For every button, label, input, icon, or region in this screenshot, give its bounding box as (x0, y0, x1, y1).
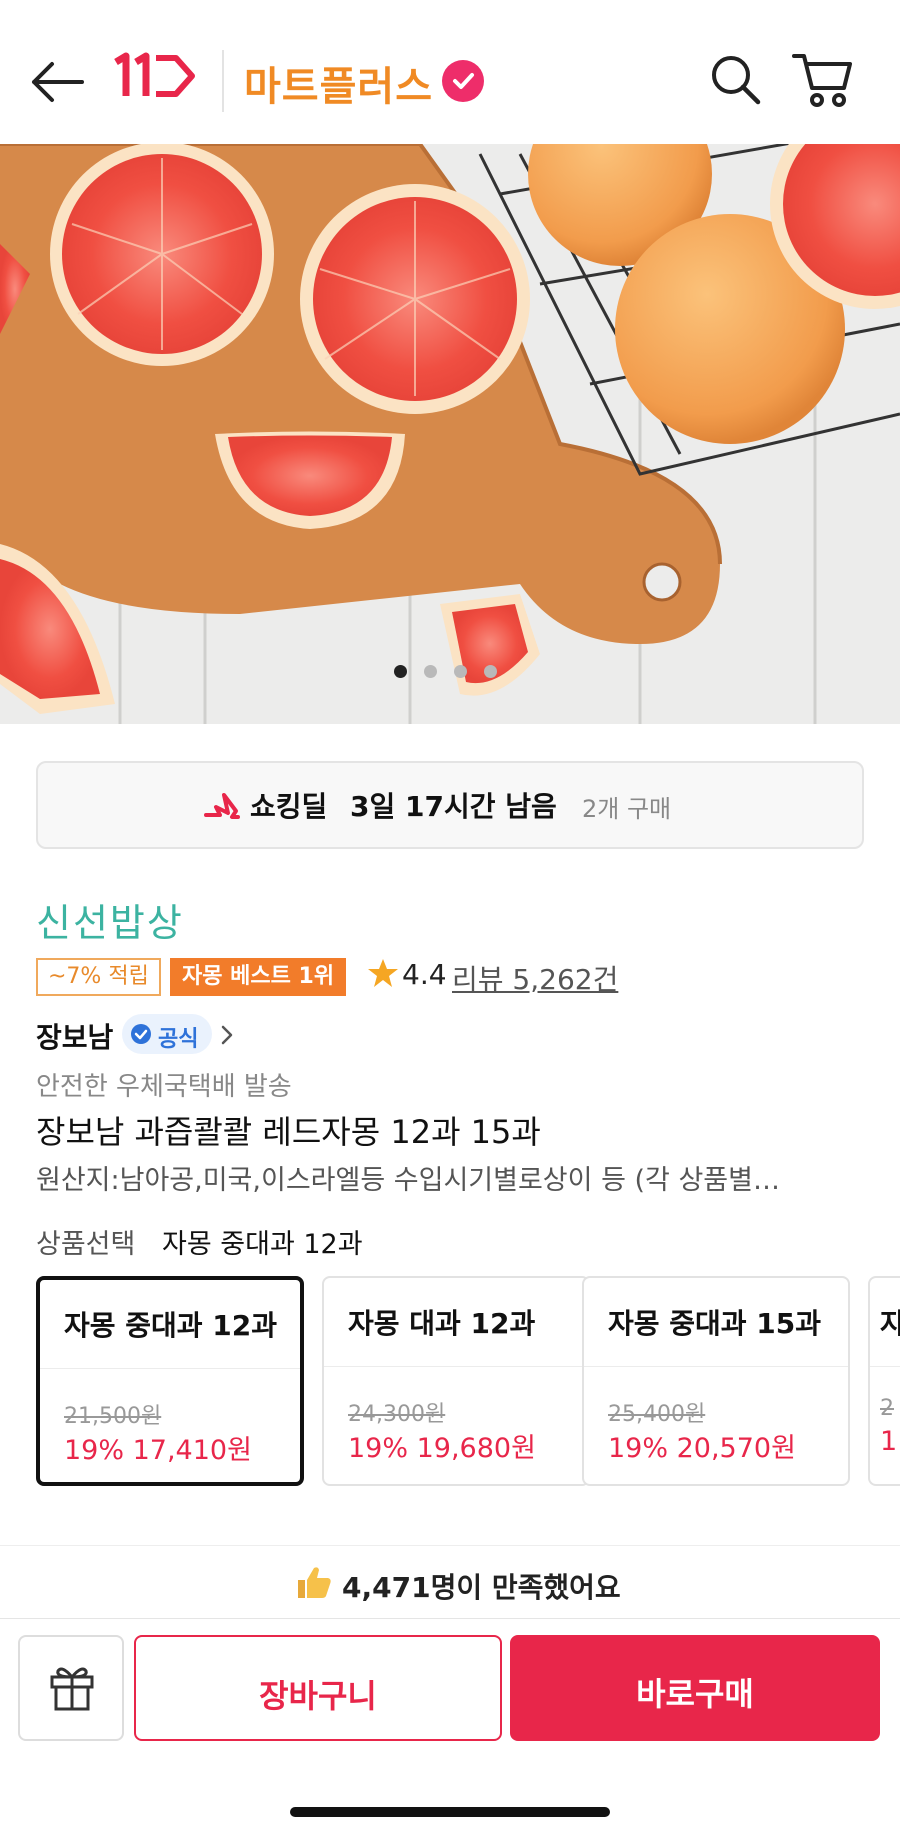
back-arrow-icon[interactable] (28, 52, 88, 112)
gift-button[interactable] (18, 1635, 124, 1741)
verified-check-icon (442, 60, 484, 102)
option-card[interactable]: 자몽 대과 12과 24,300원 19% 19,680원 (322, 1276, 590, 1486)
carousel-dot[interactable] (454, 665, 467, 678)
option-divider (324, 1366, 588, 1367)
option-divider (40, 1368, 300, 1369)
option-card[interactable]: 자몽 중대과 12과 21,500원 19% 17,410원 (36, 1276, 304, 1486)
carousel-dot[interactable] (394, 665, 407, 678)
product-photo (0, 144, 900, 724)
option-name: 자몽 중대과 15과 (608, 1307, 822, 1340)
search-icon[interactable] (706, 50, 766, 110)
carousel-dot[interactable] (424, 665, 437, 678)
option-sale-price: 19% 19,680원 (348, 1433, 536, 1464)
option-name: 자 (880, 1302, 900, 1342)
mart-plus-title[interactable]: 마트플러스 (244, 54, 433, 112)
official-label: 공식 (158, 1027, 199, 1052)
option-sale-price: 19% 20,570원 (608, 1433, 796, 1464)
add-to-cart-label: 장바구니 (259, 1677, 377, 1715)
rating-score: 4.4 (402, 958, 447, 991)
home-indicator[interactable] (290, 1807, 610, 1817)
best-ranking-badge[interactable]: 자몽 베스트 1위 (170, 958, 347, 996)
top-navigation-bar: 마트플러스 (0, 0, 900, 144)
deal-time-left: 3일 17시간 남음 (350, 790, 557, 823)
logo-divider (222, 50, 224, 112)
review-count-link[interactable]: 리뷰 5,262건 (452, 958, 618, 998)
option-name: 자몽 중대과 12과 (64, 1309, 278, 1342)
product-title: 장보남 과즙콸콸 레드자몽 12과 15과 (36, 1113, 541, 1151)
carousel-dot[interactable] (484, 665, 497, 678)
option-label: 상품선택 (36, 1229, 136, 1260)
buy-now-button[interactable]: 바로구매 (510, 1635, 880, 1741)
thumbs-up-icon (298, 1567, 331, 1598)
brand-title[interactable]: 신선밥상 (36, 892, 184, 947)
origin-info: 원산지:남아공,미국,이스라엘등 수입시기별로상이 등 (각 상품별… (36, 1165, 780, 1196)
deal-label: 쇼킹딜 (250, 790, 328, 823)
deal-purchase-count: 2개 구매 (582, 795, 672, 823)
product-image-carousel[interactable] (0, 144, 900, 724)
option-name: 자몽 대과 12과 (348, 1307, 536, 1340)
official-seller-badge[interactable]: 공식 (122, 1014, 212, 1054)
point-badge: ~7% 적립 (36, 958, 161, 996)
option-sale-price: 19% 17,410원 (64, 1435, 252, 1466)
shipping-info: 안전한 우체국택배 발송 (36, 1072, 292, 1102)
cart-icon[interactable] (790, 48, 856, 112)
satisfaction-bar: 4,471명이 만족했어요 (0, 1545, 900, 1619)
selected-option: 자몽 중대과 12과 (162, 1229, 363, 1260)
satisfaction-text: 4,471명이 만족했어요 (342, 1571, 621, 1604)
option-sale-price: 1 (880, 1426, 898, 1457)
verified-badge-icon (131, 1024, 151, 1044)
chevron-right-icon[interactable] (220, 1024, 234, 1046)
carousel-indicator (394, 665, 514, 679)
option-divider (870, 1366, 900, 1367)
buy-now-label: 바로구매 (636, 1675, 754, 1713)
option-divider (584, 1366, 848, 1367)
shocking-deal-banner[interactable]: 쇼킹딜 3일 17시간 남음 2개 구매 (36, 761, 864, 849)
gift-icon (50, 1667, 94, 1711)
seller-name[interactable]: 장보남 (36, 1016, 113, 1056)
option-original-price: 24,300원 (348, 1402, 446, 1427)
11st-logo[interactable] (112, 48, 202, 104)
star-icon (368, 959, 398, 987)
option-original-price: 21,500원 (64, 1404, 162, 1429)
option-card[interactable]: 자몽 중대과 15과 25,400원 19% 20,570원 (582, 1276, 850, 1486)
option-original-price: 25,400원 (608, 1402, 706, 1427)
option-original-price: 2 (880, 1396, 894, 1421)
option-card-partial[interactable]: 자 2 1 (868, 1276, 900, 1486)
shocking-deal-icon (204, 793, 240, 819)
add-to-cart-button[interactable]: 장바구니 (134, 1635, 502, 1741)
